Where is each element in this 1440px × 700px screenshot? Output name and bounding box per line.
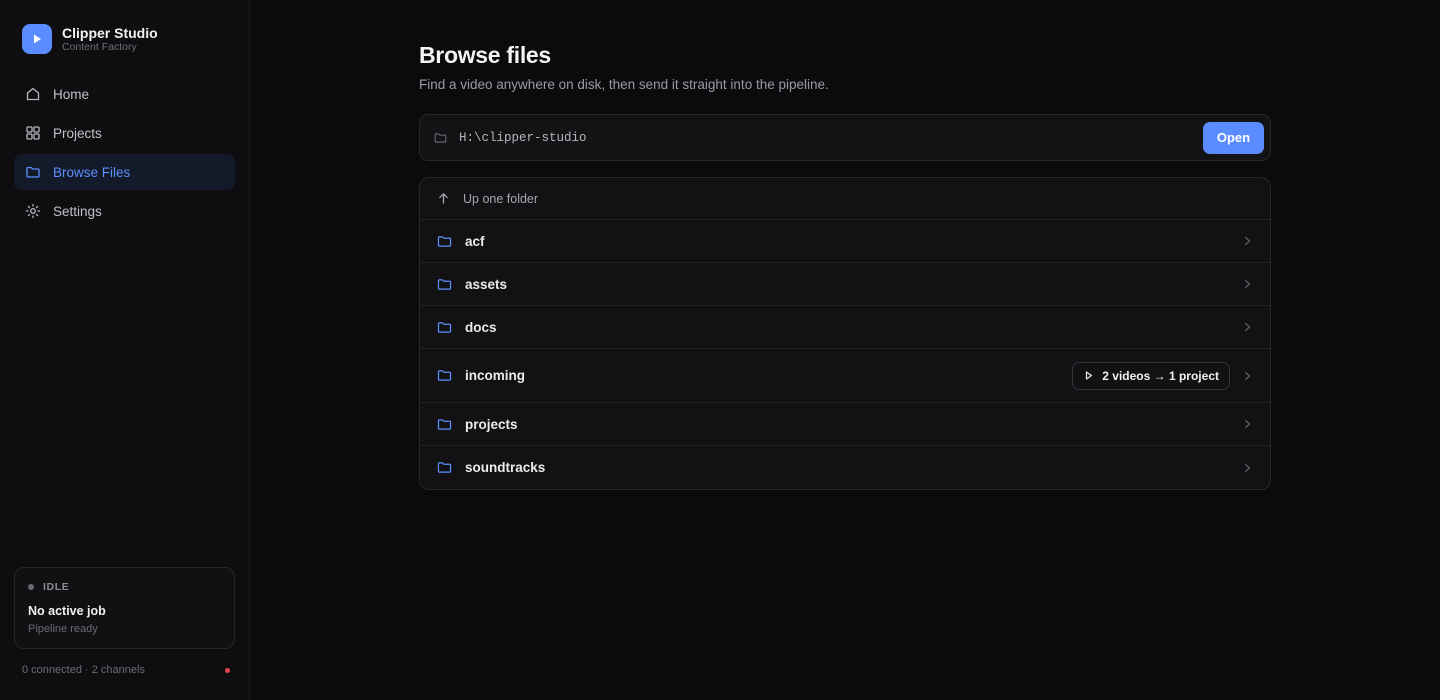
folder-name: projects (465, 416, 518, 432)
folder-row-incoming[interactable]: incoming 2 videos → 1 project (420, 349, 1270, 403)
folder-name: incoming (465, 368, 525, 383)
folder-name: soundtracks (465, 460, 546, 475)
chevron-right-icon (1242, 419, 1252, 429)
folder-icon (437, 277, 453, 291)
home-icon (25, 86, 41, 102)
grid-icon (25, 125, 41, 141)
sidebar-item-home[interactable]: Home (14, 76, 235, 112)
brand-subtitle: Content Factory (62, 40, 137, 53)
sidebar-item-label: Settings (53, 203, 102, 219)
send-to-pipeline-button[interactable]: 2 videos → 1 project (1072, 361, 1230, 390)
folder-icon (437, 369, 453, 383)
brand[interactable]: Clipper Studio Content Factory (14, 0, 235, 76)
chevron-right-icon (1242, 322, 1252, 332)
folder-row-docs[interactable]: docs (420, 306, 1270, 349)
badge-label: 2 videos → 1 project (1102, 368, 1219, 383)
folder-row-soundtracks[interactable]: soundtracks (420, 446, 1270, 489)
brand-title: Clipper Studio (62, 24, 158, 41)
connection-text: 0 connected · 2 channels (22, 664, 145, 676)
gear-icon (25, 203, 41, 219)
folder-name: assets (465, 276, 508, 292)
chevron-right-icon (1242, 463, 1252, 473)
folder-icon (437, 320, 453, 334)
status-title: No active job (28, 604, 106, 618)
page-subtitle: Find a video anywhere on disk, then send… (419, 77, 829, 92)
open-button[interactable]: Open (1203, 121, 1264, 154)
play-icon (1085, 371, 1093, 380)
sidebar: Clipper Studio Content Factory Home Proj… (0, 0, 250, 700)
arrow-up-icon (437, 192, 451, 206)
connection-footer: 0 connected · 2 channels (22, 664, 230, 676)
path-input[interactable] (459, 130, 1203, 145)
folder-name: docs (465, 319, 497, 335)
sidebar-item-settings[interactable]: Settings (14, 193, 235, 229)
folder-row-assets[interactable]: assets (420, 263, 1270, 306)
app-window: Clipper Studio Content Factory Home Proj… (0, 0, 1440, 700)
folder-icon (437, 234, 453, 248)
sidebar-nav: Home Projects Browse Files Settings (14, 76, 235, 229)
status-subtitle: Pipeline ready (28, 623, 98, 635)
play-logo-icon (22, 24, 52, 54)
main-content: Browse files Find a video anywhere on di… (250, 0, 1440, 700)
sidebar-item-projects[interactable]: Projects (14, 115, 235, 151)
chevron-right-icon (1242, 371, 1252, 381)
connection-indicator (225, 667, 230, 673)
status-dot (28, 584, 34, 590)
sidebar-item-label: Home (53, 86, 90, 102)
sidebar-item-label: Projects (53, 125, 102, 141)
path-bar: Open (419, 114, 1271, 161)
page-title: Browse files (419, 42, 551, 68)
folder-row-projects[interactable]: projects (420, 403, 1270, 446)
job-status-card: IDLE No active job Pipeline ready (14, 567, 235, 649)
status-label: IDLE (43, 581, 70, 593)
up-one-folder-label: Up one folder (463, 191, 539, 206)
sidebar-item-browse-files[interactable]: Browse Files (14, 154, 235, 190)
chevron-right-icon (1242, 236, 1252, 246)
sidebar-item-label: Browse Files (53, 164, 131, 180)
folder-list: Up one folder acf assets docs incoming 2… (419, 177, 1271, 490)
up-one-folder-button[interactable]: Up one folder (420, 178, 1270, 220)
folder-row-acf[interactable]: acf (420, 220, 1270, 263)
chevron-right-icon (1242, 279, 1252, 289)
folder-name: acf (465, 233, 485, 249)
folder-icon (25, 164, 41, 180)
folder-icon (437, 461, 453, 475)
folder-icon (437, 417, 453, 431)
folder-icon (434, 131, 448, 145)
